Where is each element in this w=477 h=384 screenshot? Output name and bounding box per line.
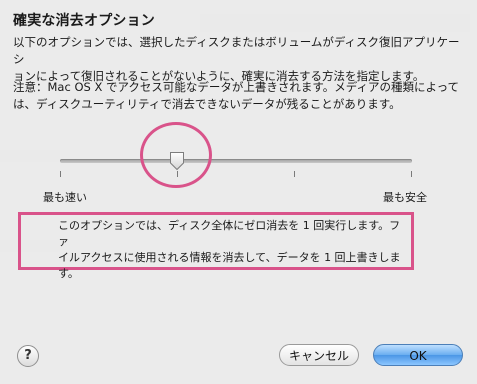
security-level-slider[interactable] bbox=[60, 150, 412, 180]
slider-tick bbox=[60, 171, 61, 177]
note-text: 注意：Mac OS X でアクセス可能なデータが上書きされます。メディアの種類に… bbox=[13, 79, 465, 113]
help-button[interactable]: ? bbox=[17, 345, 39, 367]
note-line: は、ディスクユーティリティで消去できないデータが残ることがあります。 bbox=[13, 97, 401, 111]
slider-track[interactable] bbox=[60, 159, 412, 163]
slider-tick bbox=[294, 171, 295, 177]
description-line: イルアクセスに使用される情報を消去して、データを 1 回上書きしま bbox=[58, 251, 401, 264]
description-line: このオプションでは、ディスク全体にゼロ消去を 1 回実行します。ファ bbox=[58, 219, 401, 248]
cancel-button[interactable]: キャンセル bbox=[279, 344, 359, 366]
slider-tick bbox=[411, 171, 412, 177]
option-description: このオプションでは、ディスク全体にゼロ消去を 1 回実行します。ファ イルアクセ… bbox=[58, 218, 408, 282]
description-line: す。 bbox=[58, 267, 79, 280]
secure-erase-options-dialog: 確実な消去オプション 以下のオプションでは、選択したディスクまたはボリュームがデ… bbox=[0, 0, 477, 384]
slider-max-label: 最も安全 bbox=[383, 191, 427, 204]
note-line: 注意：Mac OS X でアクセス可能なデータが上書きされます。メディアの種類に… bbox=[13, 80, 460, 94]
slider-highlight-annotation bbox=[140, 122, 212, 188]
intro-line: 以下のオプションでは、選択したディスクまたはボリュームがディスク復旧アプリケーシ bbox=[13, 35, 460, 66]
dialog-title: 確実な消去オプション bbox=[13, 13, 155, 29]
ok-button[interactable]: OK bbox=[373, 344, 463, 366]
intro-text: 以下のオプションでは、選択したディスクまたはボリュームがディスク復旧アプリケーシ… bbox=[13, 34, 465, 85]
slider-min-label: 最も速い bbox=[43, 191, 87, 204]
